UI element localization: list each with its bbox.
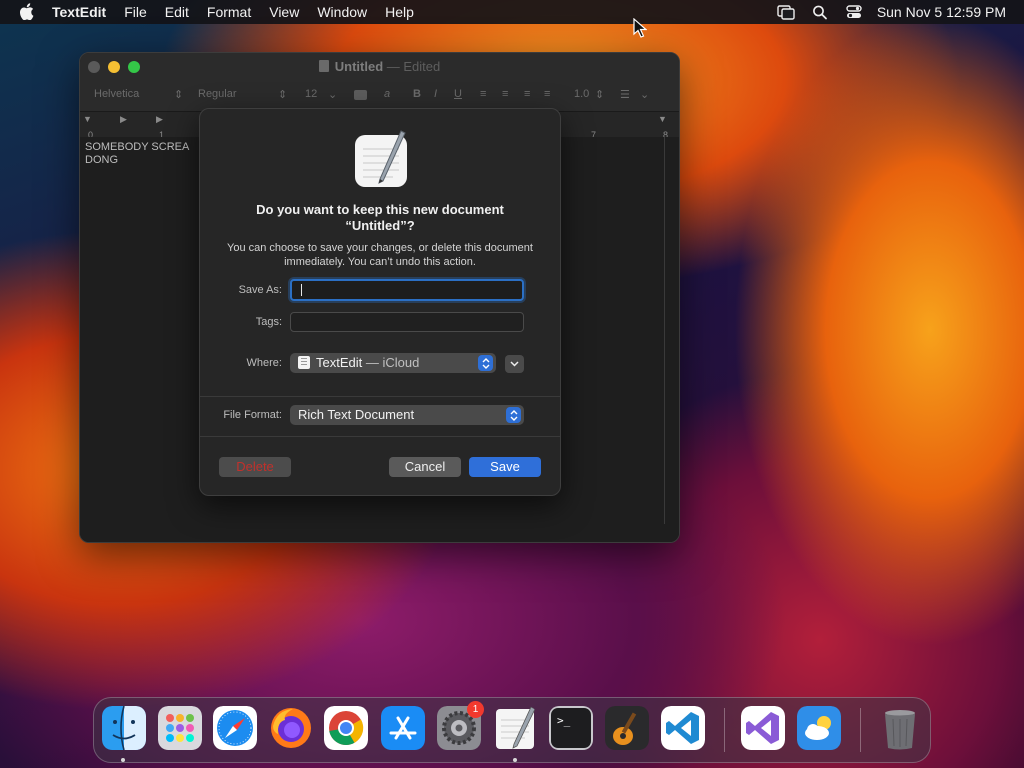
- notification-badge: 1: [467, 701, 484, 718]
- save-button[interactable]: Save: [469, 457, 541, 477]
- visual-studio-icon[interactable]: [741, 706, 785, 750]
- tags-field[interactable]: [290, 312, 524, 332]
- italic-button[interactable]: I: [434, 88, 437, 100]
- highlight-color-icon[interactable]: a: [384, 88, 390, 100]
- chevron-updown-icon: ⇕: [278, 89, 288, 101]
- dialog-title: Do you want to keep this new document “U…: [256, 202, 504, 233]
- app-store-icon[interactable]: [381, 706, 425, 750]
- chrome-icon[interactable]: [324, 706, 368, 750]
- vscode-icon[interactable]: [661, 706, 705, 750]
- text-color-well[interactable]: [354, 90, 367, 100]
- safari-icon[interactable]: [213, 706, 257, 750]
- tab-stop-icon[interactable]: ▶: [156, 114, 163, 125]
- firefox-icon[interactable]: [269, 706, 313, 750]
- where-popup-value: TextEdit — iCloud: [298, 353, 419, 373]
- finder-icon[interactable]: [102, 706, 146, 750]
- save-as-label: Save As:: [238, 284, 282, 296]
- mouse-pointer-icon: [633, 18, 647, 38]
- menu-format[interactable]: Format: [198, 0, 260, 24]
- dock-separator: [724, 708, 725, 752]
- chevron-updown-icon: [478, 355, 493, 371]
- textedit-icon[interactable]: [493, 706, 537, 750]
- window-title-text: Untitled: [334, 59, 384, 74]
- document-icon: [318, 60, 329, 72]
- delete-button[interactable]: Delete: [219, 457, 291, 477]
- align-right-icon[interactable]: ≡: [524, 88, 530, 100]
- chevron-updown-icon: ⇕: [174, 89, 184, 101]
- svg-text:>_: >_: [557, 714, 571, 727]
- window-titlebar[interactable]: Untitled — Edited: [80, 53, 679, 81]
- window-edited-status: — Edited: [386, 59, 441, 74]
- menu-app-name[interactable]: TextEdit: [52, 0, 115, 24]
- document-text: SOMEBODY SCREA DONG: [85, 141, 190, 166]
- trash-icon[interactable]: [878, 706, 922, 750]
- menu-bar: TextEdit File Edit Format View Window He…: [0, 0, 1024, 24]
- save-as-field[interactable]: [290, 279, 524, 301]
- running-indicator: [513, 758, 517, 762]
- launchpad-icon[interactable]: [158, 706, 202, 750]
- where-location-suffix: — iCloud: [365, 355, 420, 370]
- running-indicator: [121, 758, 125, 762]
- file-format-label: File Format:: [223, 409, 282, 421]
- menu-bar-tray: Sun Nov 5 12:59 PM: [769, 0, 1024, 24]
- menu-edit[interactable]: Edit: [156, 0, 198, 24]
- font-size-field[interactable]: 12: [305, 88, 317, 100]
- where-popup[interactable]: TextEdit — iCloud: [290, 353, 496, 373]
- where-location: TextEdit: [316, 355, 363, 370]
- apple-menu-icon[interactable]: [0, 2, 52, 22]
- tab-stop-icon[interactable]: ▶: [120, 114, 127, 125]
- dock: 1 >_: [93, 697, 931, 763]
- list-style-icon[interactable]: ☰: [620, 88, 630, 101]
- menu-window[interactable]: Window: [308, 0, 376, 24]
- chevron-down-icon: ⌄: [328, 89, 338, 101]
- menu-bar-clock[interactable]: Sun Nov 5 12:59 PM: [871, 4, 1024, 20]
- format-toolbar: Helvetica ⇕ Regular ⇕ 12 ⌄ a B I U ≡ ≡ ≡…: [80, 81, 679, 111]
- bold-button[interactable]: B: [413, 88, 421, 100]
- dock-separator: [860, 708, 861, 752]
- right-margin-icon[interactable]: ▼: [658, 114, 667, 124]
- chevron-updown-icon: ⇕: [595, 89, 605, 101]
- control-center-icon[interactable]: [837, 0, 871, 24]
- menu-view[interactable]: View: [260, 0, 308, 24]
- text-caret: [301, 284, 302, 296]
- save-dialog: Do you want to keep this new document “U…: [199, 108, 561, 496]
- font-family-popup[interactable]: Helvetica: [94, 88, 139, 100]
- cancel-button[interactable]: Cancel: [389, 457, 461, 477]
- screen-mirroring-icon[interactable]: [769, 0, 803, 24]
- dialog-divider: [200, 396, 560, 397]
- underline-button[interactable]: U: [454, 88, 462, 100]
- spotlight-search-icon[interactable]: [803, 0, 837, 24]
- chevron-down-icon: [510, 361, 519, 367]
- file-format-value: Rich Text Document: [298, 407, 415, 422]
- align-justify-icon[interactable]: ≡: [544, 88, 550, 100]
- where-label: Where:: [246, 357, 282, 369]
- garageband-icon[interactable]: [605, 706, 649, 750]
- textedit-app-icon: [353, 129, 409, 189]
- tags-label: Tags:: [255, 316, 282, 328]
- font-style-popup[interactable]: Regular: [198, 88, 237, 100]
- align-left-icon[interactable]: ≡: [480, 88, 486, 100]
- chevron-down-icon: ⌄: [640, 89, 650, 101]
- tab-stop-icon[interactable]: ▼: [83, 114, 92, 124]
- expand-browser-button[interactable]: [505, 355, 524, 373]
- file-format-popup[interactable]: Rich Text Document: [290, 405, 524, 425]
- align-center-icon[interactable]: ≡: [502, 88, 508, 100]
- textedit-folder-icon: [298, 356, 310, 369]
- text-boundary-line: [664, 137, 665, 524]
- dialog-divider: [200, 436, 560, 437]
- window-title: Untitled — Edited: [80, 59, 679, 74]
- menu-help[interactable]: Help: [376, 0, 423, 24]
- terminal-icon[interactable]: >_: [549, 706, 593, 750]
- menu-file[interactable]: File: [115, 0, 156, 24]
- weather-icon[interactable]: [797, 706, 841, 750]
- dialog-message: You can choose to save your changes, or …: [227, 242, 533, 268]
- chevron-updown-icon: [506, 407, 521, 423]
- line-spacing-popup[interactable]: 1.0: [574, 88, 589, 100]
